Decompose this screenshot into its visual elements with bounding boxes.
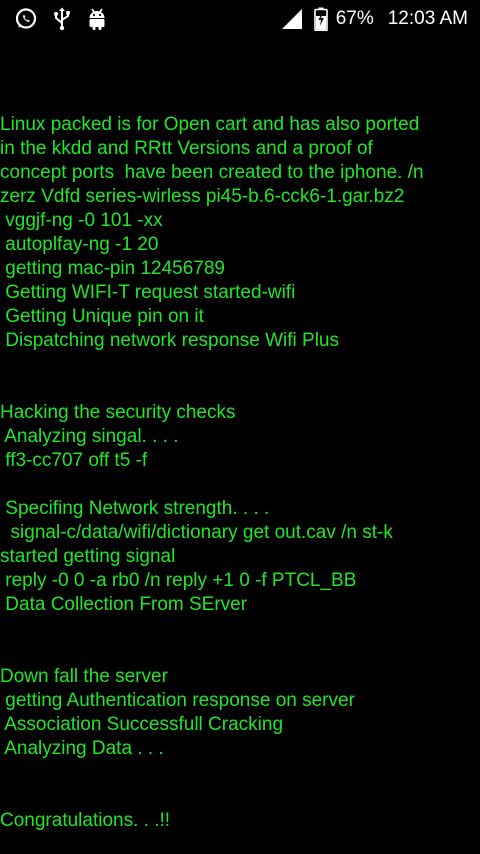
- android-icon: [86, 7, 108, 31]
- whatsapp-icon: [14, 7, 38, 31]
- system-indicators: 67% 12:03 AM: [280, 6, 468, 32]
- terminal-line: Analyzing singal. . . .: [0, 426, 179, 447]
- terminal-line: Down fall the server: [0, 666, 168, 687]
- terminal-line: zerz Vdfd series-wirless pi45-b.6-cck6-1…: [0, 186, 405, 207]
- terminal-line: Getting WIFI-T request started-wifi: [0, 282, 296, 303]
- signal-strength-icon: [280, 7, 304, 31]
- terminal-line: Hacking the security checks: [0, 402, 236, 423]
- terminal-line: autoplfay-ng -1 20: [0, 234, 159, 255]
- terminal-line: getting mac-pin 12456789: [0, 258, 225, 279]
- terminal-output: Linux packed is for Open cart and has al…: [0, 113, 480, 833]
- battery-percentage: 67%: [335, 8, 374, 29]
- terminal-line: ff3-cc707 off t5 -f: [0, 450, 148, 471]
- terminal-line: Data Collection From SErver: [0, 594, 248, 615]
- battery-charging-icon: [313, 7, 328, 31]
- app-screen: 67% 12:03 AM Linux packed is for Open ca…: [0, 0, 480, 854]
- terminal-line: concept ports have been created to the i…: [0, 162, 424, 183]
- terminal-line: reply -0 0 -a rb0 /n reply +1 0 -f PTCL_…: [0, 570, 357, 591]
- terminal-line: Linux packed is for Open cart and has al…: [0, 114, 420, 135]
- terminal-line: in the kkdd and RRtt Versions and a proo…: [0, 138, 373, 159]
- terminal-line: Analyzing Data . . .: [0, 738, 164, 759]
- status-bar: 67% 12:03 AM: [0, 0, 480, 38]
- terminal-line: Congratulations. . .!!: [0, 810, 171, 831]
- terminal-line: signal-c/data/wifi/dictionary get out.ca…: [0, 522, 393, 543]
- terminal-line: Specifing Network strength. . . .: [0, 498, 270, 519]
- terminal-line: Getting Unique pin on it: [0, 306, 204, 327]
- usb-icon: [52, 7, 72, 31]
- clock: 12:03 AM: [387, 8, 468, 29]
- terminal-line: Dispatching network response Wifi Plus: [0, 330, 339, 351]
- terminal-line: Association Successfull Cracking: [0, 714, 284, 735]
- terminal-line: getting Authentication response on serve…: [0, 690, 355, 711]
- terminal-line: vggjf-ng -0 101 -xx: [0, 210, 163, 231]
- notification-icons: [14, 6, 108, 32]
- terminal-line: started getting signal: [0, 546, 176, 567]
